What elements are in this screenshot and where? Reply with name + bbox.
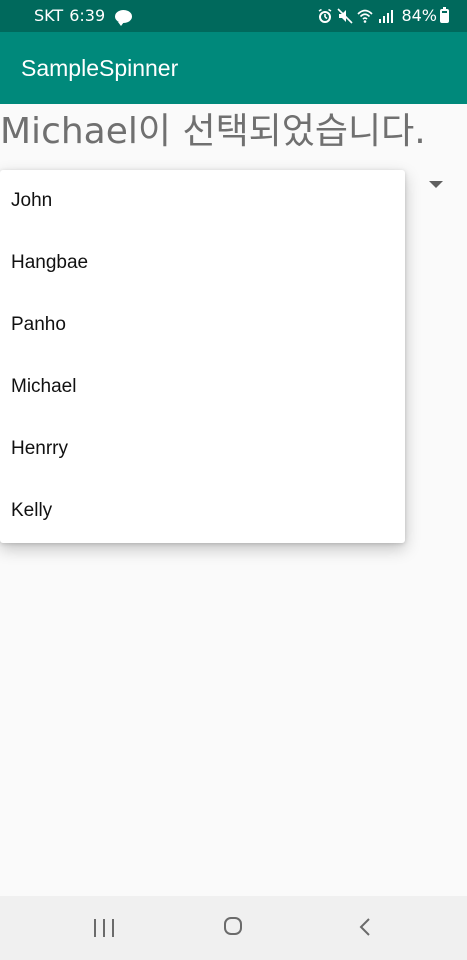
- recents-bar: [112, 919, 114, 937]
- mute-icon: [337, 8, 354, 24]
- spinner-option-john[interactable]: John: [0, 170, 405, 232]
- status-right: 84%: [317, 7, 449, 25]
- kakaotalk-icon: [115, 9, 133, 26]
- signal-icon: [379, 10, 394, 23]
- alarm-icon: [319, 8, 332, 23]
- selection-result-text: Michael이 선택되었습니다.: [0, 111, 426, 152]
- recents-bar: [103, 919, 105, 937]
- battery-fill: [442, 12, 447, 21]
- home-icon[interactable]: [224, 917, 242, 935]
- battery-icon: [440, 7, 449, 23]
- status-left: SKT 6:39: [34, 6, 133, 26]
- carrier-label: SKT: [34, 6, 64, 25]
- spinner-option-kelly[interactable]: Kelly: [0, 480, 405, 542]
- spinner-dropdown-arrow-icon[interactable]: [429, 181, 443, 188]
- status-bar: SKT 6:39 84%: [0, 0, 467, 32]
- spinner-dropdown-list: John Hangbae Panho Michael Henrry Kelly: [0, 170, 405, 543]
- navigation-bar: [0, 896, 467, 960]
- wifi-icon: [357, 9, 374, 23]
- recents-bar: [94, 919, 96, 937]
- battery-percent: 84%: [401, 6, 437, 25]
- recents-icon[interactable]: [94, 919, 114, 937]
- back-icon[interactable]: [356, 917, 374, 937]
- spinner-option-henrry[interactable]: Henrry: [0, 418, 405, 480]
- spinner-option-panho[interactable]: Panho: [0, 294, 405, 356]
- app-bar: SampleSpinner: [0, 32, 467, 104]
- spinner-option-hangbae[interactable]: Hangbae: [0, 232, 405, 294]
- clock: 6:39: [69, 6, 106, 25]
- app-title: SampleSpinner: [21, 55, 179, 81]
- spinner-option-michael[interactable]: Michael: [0, 356, 405, 418]
